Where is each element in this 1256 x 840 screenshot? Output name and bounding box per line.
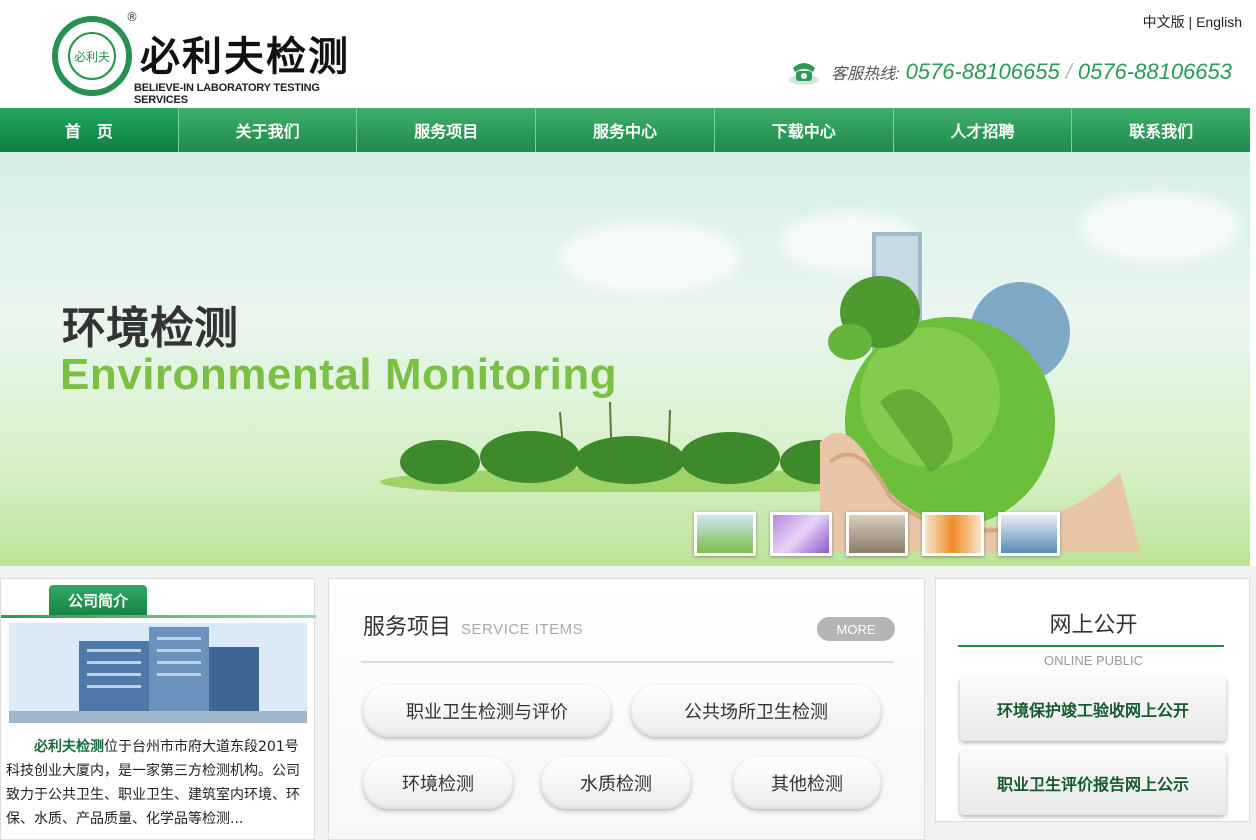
- env-acceptance-public-button[interactable]: 环境保护竣工验收网上公开: [960, 677, 1226, 741]
- office-building-image[interactable]: [9, 623, 307, 723]
- service-items-panel: 服务项目 SERVICE ITEMS MORE 职业卫生检测与评价 公共场所卫生…: [328, 578, 925, 840]
- logo-badge-icon: 必利夫: [52, 16, 132, 96]
- language-switcher: 中文版 | English: [1143, 12, 1242, 32]
- service-more-button[interactable]: MORE: [817, 617, 895, 641]
- panel-divider: [958, 645, 1224, 647]
- lang-separator: |: [1188, 14, 1193, 30]
- online-public-panel: 网上公开 ONLINE PUBLIC 环境保护竣工验收网上公开 职业卫生评价报告…: [935, 578, 1250, 822]
- service-items-subtitle: SERVICE ITEMS: [461, 621, 584, 638]
- main-nav: 首 页 关于我们 服务项目 服务中心 下载中心 人才招聘 联系我们: [0, 108, 1250, 152]
- banner-thumb-4[interactable]: [922, 512, 984, 556]
- banner-thumb-5[interactable]: [998, 512, 1060, 556]
- hotline-number-2: 0576-88106653: [1077, 59, 1232, 84]
- occupational-report-public-button[interactable]: 职业卫生评价报告网上公示: [960, 751, 1226, 815]
- banner-title-english: Environmental Monitoring: [60, 350, 618, 399]
- hotline-separator: /: [1065, 59, 1072, 84]
- lang-chinese-link[interactable]: 中文版: [1143, 14, 1185, 30]
- green-globe-in-hands-illustration: [820, 232, 1140, 552]
- logo-english-name: BELIEVE-IN LABORATORY TESTING SERVICES: [134, 82, 320, 106]
- service-public-places[interactable]: 公共场所卫生检测: [631, 685, 881, 737]
- nav-item-careers[interactable]: 人才招聘: [894, 108, 1073, 152]
- banner-thumb-1[interactable]: [694, 512, 756, 556]
- panel-divider: [361, 661, 893, 663]
- cloud-decoration: [560, 222, 740, 292]
- banner-thumb-2[interactable]: [770, 512, 832, 556]
- hotline: 客服热线: 0576-88106655 / 0576-88106653: [787, 58, 1232, 86]
- service-water-quality[interactable]: 水质检测: [541, 757, 691, 809]
- nav-item-services[interactable]: 服务项目: [357, 108, 537, 152]
- logo-chinese-name: 必利夫检测: [140, 33, 350, 80]
- panel-divider: [1, 615, 316, 618]
- site-header: 必利夫 ® 必利夫检测 BELIEVE-IN LABORATORY TESTIN…: [0, 0, 1256, 108]
- nav-item-downloads[interactable]: 下载中心: [715, 108, 894, 152]
- service-other[interactable]: 其他检测: [733, 757, 881, 809]
- banner-thumb-3[interactable]: [846, 512, 908, 556]
- nav-item-home[interactable]: 首 页: [0, 108, 179, 152]
- banner-title-chinese: 环境检测: [62, 303, 238, 354]
- company-intro-panel: 公司简介 必利夫检测位于台州市市府大道东段201号科技创业大厦内，是一家第三方检…: [0, 578, 316, 840]
- registered-mark: ®: [126, 10, 138, 24]
- hotline-number-1: 0576-88106655: [905, 59, 1060, 84]
- logo-badge-text: 必利夫: [68, 32, 116, 80]
- hero-banner[interactable]: 环境检测 Environmental Monitoring: [0, 152, 1250, 566]
- telephone-icon: [789, 63, 820, 85]
- online-public-subtitle: ONLINE PUBLIC: [1044, 653, 1143, 668]
- content-area: 公司简介 必利夫检测位于台州市市府大道东段201号科技创业大厦内，是一家第三方检…: [0, 566, 1256, 840]
- service-environment[interactable]: 环境检测: [363, 757, 513, 809]
- service-occupational-health[interactable]: 职业卫生检测与评价: [363, 685, 611, 737]
- company-intro-text: 必利夫检测位于台州市市府大道东段201号科技创业大厦内，是一家第三方检测机构。公…: [6, 735, 310, 831]
- nav-item-service-center[interactable]: 服务中心: [536, 108, 715, 152]
- lang-english-link[interactable]: English: [1196, 14, 1242, 30]
- hotline-label: 客服热线:: [831, 66, 900, 83]
- company-intro-tab[interactable]: 公司简介: [49, 585, 147, 615]
- nav-item-about[interactable]: 关于我们: [179, 108, 358, 152]
- palm-trees-illustration: [380, 402, 880, 492]
- service-items-title: 服务项目: [363, 615, 452, 640]
- online-public-title: 网上公开: [1049, 613, 1138, 638]
- company-name[interactable]: 必利夫检测: [34, 739, 104, 755]
- nav-item-contact[interactable]: 联系我们: [1072, 108, 1250, 152]
- service-items-heading: 服务项目 SERVICE ITEMS: [363, 609, 583, 641]
- banner-thumbnails: [694, 512, 1060, 556]
- site-logo[interactable]: 必利夫 ® 必利夫检测 BELIEVE-IN LABORATORY TESTIN…: [52, 8, 352, 106]
